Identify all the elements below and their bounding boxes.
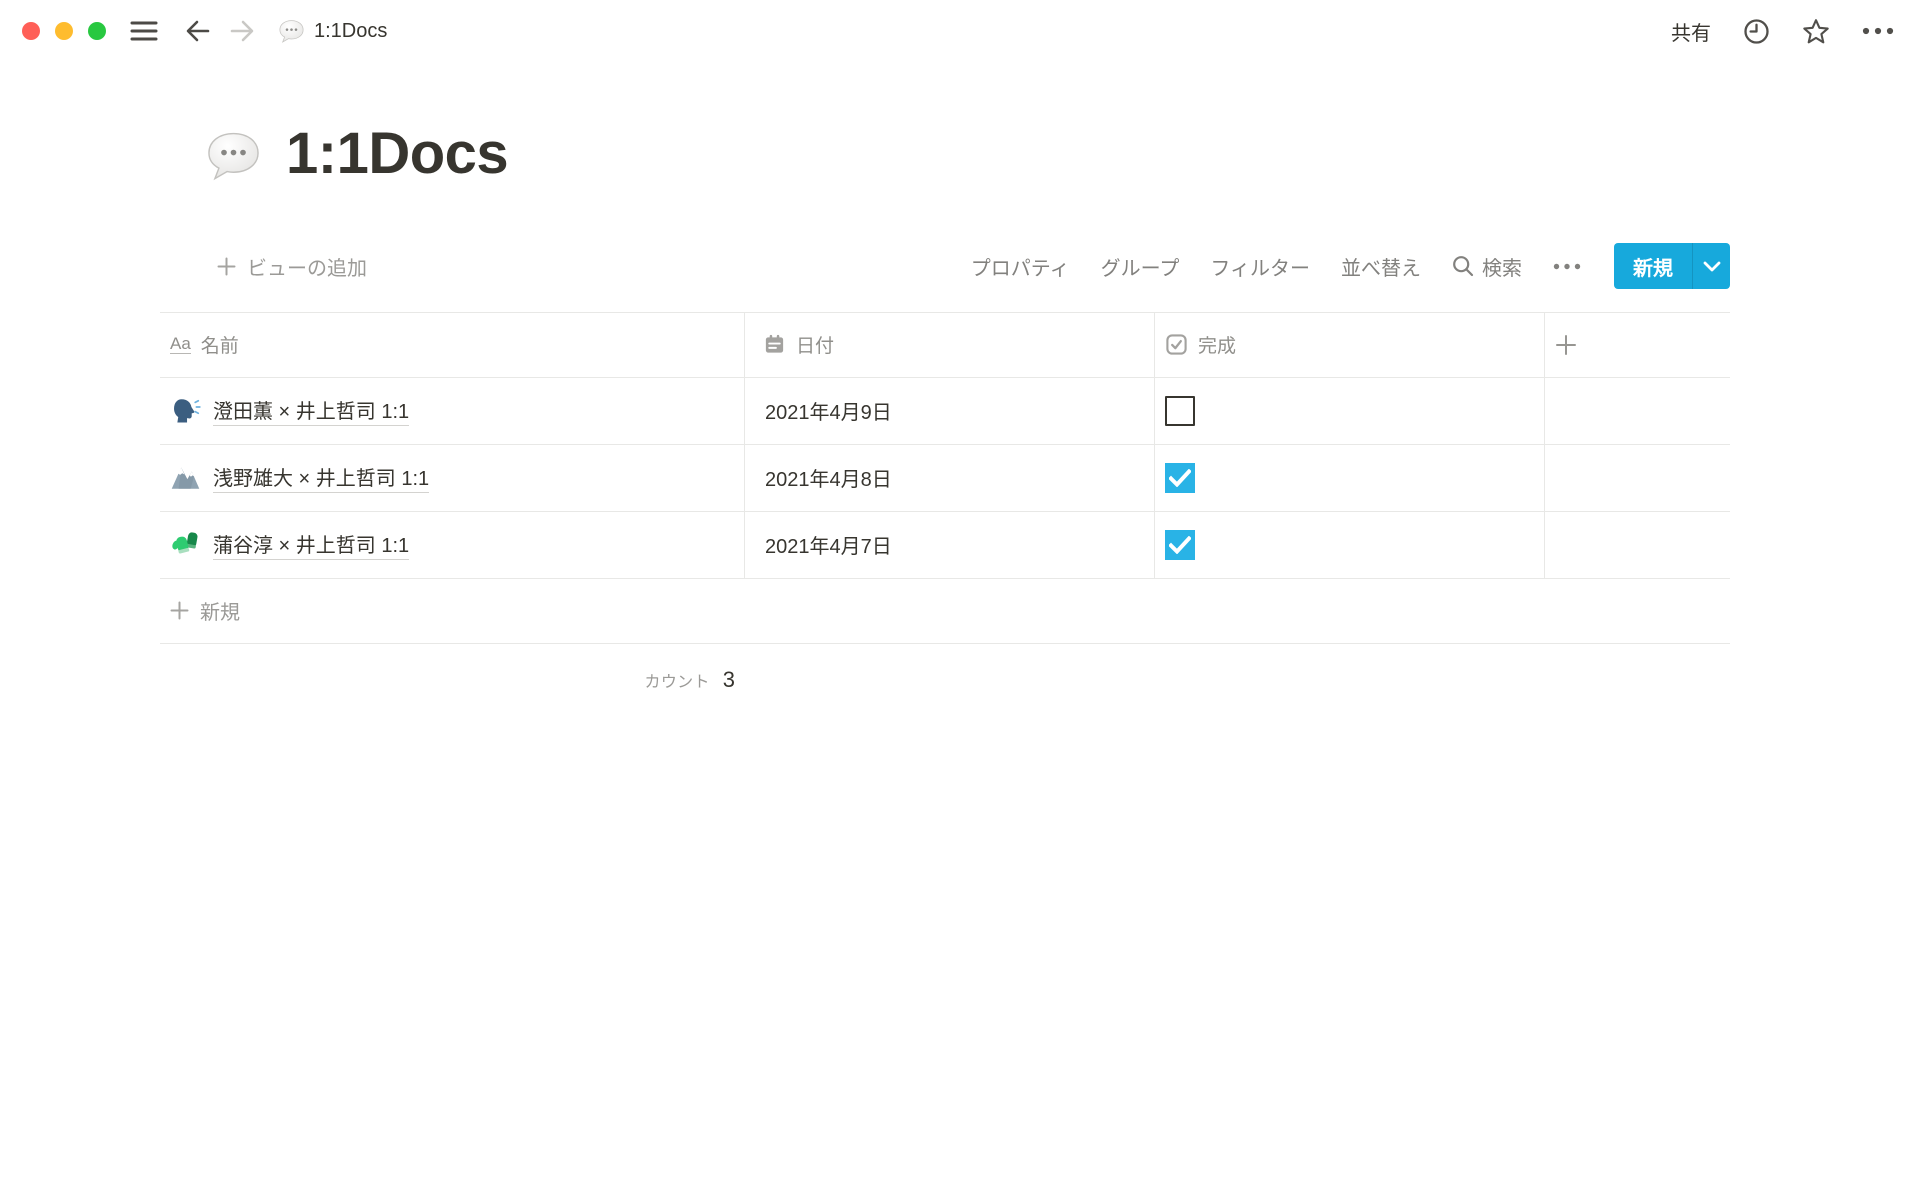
plus-icon [1555,334,1577,356]
column-label: 日付 [796,331,834,358]
view-toolbar: ビューの追加 プロパティ グループ フィルター 並べ替え 検索 [160,243,1730,290]
mountain-emoji [170,462,201,493]
group-button[interactable]: グループ [1101,252,1180,281]
ellipsis-icon [1553,263,1581,270]
done-cell[interactable] [1155,445,1545,511]
traffic-lights [22,22,106,40]
breadcrumb-title: 1:1Docs [314,20,387,43]
column-header-name[interactable]: Aa 名前 [160,313,745,377]
calc-value: 3 [723,667,735,693]
empty-cell [1545,512,1730,578]
plus-icon [217,257,236,276]
gloves-emoji [170,529,201,560]
zoom-window-button[interactable] [88,22,106,40]
more-button[interactable] [1862,27,1894,35]
column-header-date[interactable]: 日付 [745,313,1155,377]
checkbox[interactable] [1165,463,1195,493]
close-window-button[interactable] [22,22,40,40]
date-cell[interactable]: 2021年4月9日 [745,378,1155,444]
done-cell[interactable] [1155,378,1545,444]
plus-icon [170,601,189,620]
check-icon [1169,536,1191,554]
check-icon [1169,469,1191,487]
page-link[interactable]: 蒲谷淳 × 井上哲司 1:1 [213,529,409,560]
hamburger-icon [130,19,158,43]
title-text-icon: Aa [170,335,191,354]
table-row[interactable]: 蒲谷淳 × 井上哲司 1:1 2021年4月7日 [160,512,1730,579]
database-table: Aa 名前 日付 完成 [160,312,1730,716]
view-more-button[interactable] [1553,263,1581,270]
new-button[interactable]: 新規 [1614,243,1730,289]
share-button[interactable]: 共有 [1671,17,1711,46]
new-button-dropdown[interactable] [1692,243,1730,289]
new-row-label: 新規 [200,596,240,625]
titlebar-actions: 共有 [1671,17,1894,46]
date-cell[interactable]: 2021年4月7日 [745,512,1155,578]
name-cell[interactable]: 浅野雄大 × 井上哲司 1:1 [160,445,745,511]
calc-label: カウント [645,668,710,692]
back-button[interactable] [184,18,212,44]
page-link[interactable]: 浅野雄大 × 井上哲司 1:1 [213,462,429,493]
date-cell[interactable]: 2021年4月8日 [745,445,1155,511]
minimize-window-button[interactable] [55,22,73,40]
table-row[interactable]: 浅野雄大 × 井上哲司 1:1 2021年4月8日 [160,445,1730,512]
empty-cell [1545,445,1730,511]
speaking-head-emoji [170,395,201,426]
sidebar-toggle-button[interactable] [130,19,158,43]
star-icon [1802,18,1830,45]
properties-button[interactable]: プロパティ [971,252,1070,281]
table-header-row: Aa 名前 日付 完成 [160,312,1730,378]
breadcrumb[interactable]: 1:1Docs [278,18,387,45]
page-link[interactable]: 澄田薫 × 井上哲司 1:1 [213,395,409,426]
calendar-icon [763,333,786,356]
checkbox[interactable] [1165,396,1195,426]
add-view-button[interactable]: ビューの追加 [217,252,367,281]
filter-button[interactable]: フィルター [1210,252,1310,281]
page-title-block: 1:1Docs [205,124,1730,185]
calc-row-count[interactable]: カウント 3 [160,644,745,716]
add-view-label: ビューの追加 [247,252,367,281]
column-label: 完成 [1198,331,1236,358]
notion-window: 1:1Docs 共有 [0,0,1920,1200]
search-icon [1452,255,1474,277]
speech-balloon-icon [278,18,305,45]
favorite-button[interactable] [1802,18,1830,45]
column-header-done[interactable]: 完成 [1155,313,1545,377]
empty-cell [1545,378,1730,444]
speech-balloon-emoji [205,128,262,185]
checkbox-icon [1165,333,1188,356]
add-column-button[interactable] [1545,313,1730,377]
done-cell[interactable] [1155,512,1545,578]
titlebar: 1:1Docs 共有 [0,0,1920,62]
search-label: 検索 [1482,252,1522,281]
column-label: 名前 [201,331,239,358]
name-cell[interactable]: 蒲谷淳 × 井上哲司 1:1 [160,512,745,578]
chevron-down-icon [1703,261,1721,272]
name-cell[interactable]: 澄田薫 × 井上哲司 1:1 [160,378,745,444]
page-title[interactable]: 1:1Docs [286,124,508,185]
page-icon[interactable] [205,128,262,185]
sort-button[interactable]: 並べ替え [1341,252,1421,281]
search-button[interactable]: 検索 [1452,252,1522,281]
more-icon [1862,27,1894,35]
back-arrow-icon [184,18,212,44]
table-row[interactable]: 澄田薫 × 井上哲司 1:1 2021年4月9日 [160,378,1730,445]
forward-button[interactable] [228,18,256,44]
new-row-button[interactable]: 新規 [160,579,1730,644]
updates-button[interactable] [1743,18,1770,45]
new-button-label[interactable]: 新規 [1614,243,1692,289]
toolbar-actions: プロパティ グループ フィルター 並べ替え 検索 新規 [971,243,1730,289]
checkbox[interactable] [1165,530,1195,560]
clock-icon [1743,18,1770,45]
page-content: 1:1Docs ビューの追加 プロパティ グループ フィルター 並べ替え [160,124,1730,716]
forward-arrow-icon [228,18,256,44]
